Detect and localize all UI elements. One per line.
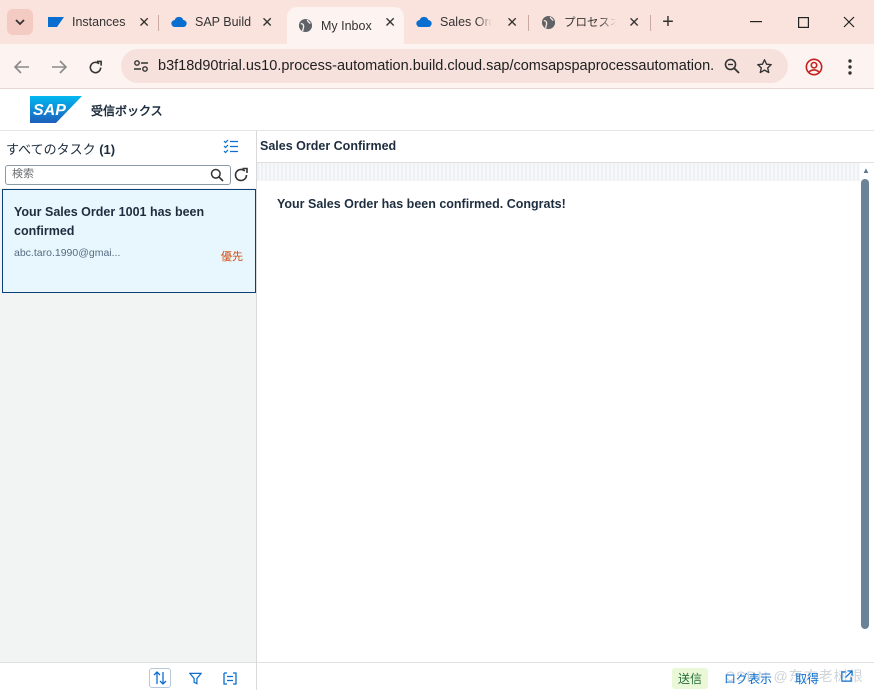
tab-label: プロセスオー: [564, 17, 616, 29]
tab-separator: [528, 15, 529, 31]
close-icon[interactable]: ✕: [138, 14, 150, 31]
minimize-button[interactable]: [733, 10, 779, 34]
external-link-icon: [841, 670, 853, 682]
browser-tabstrip: Instances ✕ SAP Build ✕ My Inbox ✕ Sales…: [0, 0, 874, 44]
close-window-button[interactable]: [826, 10, 872, 34]
tab-label: My Inbox: [321, 18, 372, 33]
task-list-title: すべてのタスク (1): [6, 139, 115, 158]
chevron-down-icon: [15, 18, 25, 25]
close-icon[interactable]: ✕: [506, 14, 518, 31]
group-button[interactable]: [219, 668, 241, 688]
site-info-icon[interactable]: [129, 54, 153, 78]
zoom-icon[interactable]: [720, 54, 744, 78]
task-sender: abc.taro.1990@gmai...: [14, 247, 121, 259]
detail-toolbar-strip: [257, 163, 860, 181]
globe-icon: [297, 18, 313, 34]
arrow-left-icon: [14, 60, 29, 74]
detail-title: Sales Order Confirmed: [260, 139, 397, 153]
group-icon: [223, 671, 237, 685]
task-list-item[interactable]: Your Sales Order 1001 has been confirmed…: [2, 189, 256, 293]
close-icon: [843, 16, 855, 28]
open-external-button[interactable]: [840, 670, 853, 686]
cloud-icon: [171, 14, 187, 30]
tab-label: Instances: [72, 15, 126, 29]
forward-button[interactable]: [46, 54, 72, 80]
tab-sap-build[interactable]: SAP Build ✕: [161, 7, 281, 37]
back-button[interactable]: [9, 54, 35, 80]
search-row: [0, 162, 256, 188]
close-icon[interactable]: ✕: [628, 14, 640, 31]
reload-button[interactable]: [82, 54, 108, 80]
reload-icon: [89, 60, 102, 73]
sap-favicon-icon: [48, 14, 64, 30]
new-tab-button[interactable]: +: [658, 10, 678, 34]
close-icon[interactable]: ✕: [261, 14, 273, 31]
sap-shell-bar: SAP 受信ボックス: [0, 89, 874, 131]
refresh-icon[interactable]: [233, 167, 249, 183]
tab-my-inbox[interactable]: My Inbox ✕: [287, 7, 404, 44]
task-list-panel: すべてのタスク (1) Your Sales Order 1001 has be…: [0, 131, 257, 690]
claim-button[interactable]: 取得: [795, 670, 819, 687]
globe-icon: [540, 14, 556, 30]
profile-button[interactable]: [801, 54, 827, 80]
app-title: 受信ボックス: [91, 104, 163, 118]
maximize-icon: [797, 16, 809, 28]
browser-toolbar: b3f18d90trial.us10.process-automation.bu…: [0, 44, 874, 89]
task-count: (1): [99, 142, 116, 157]
more-vertical-icon: [848, 59, 852, 75]
tab-process[interactable]: プロセスオー ✕: [530, 7, 648, 37]
task-list-title-text: すべてのタスク: [6, 142, 96, 157]
scroll-up-arrow-icon[interactable]: ▲: [860, 166, 872, 176]
sap-logo-text: SAP: [33, 102, 66, 119]
multi-select-icon[interactable]: [223, 138, 239, 154]
tab-sales-order[interactable]: Sales Orde ✕: [406, 7, 526, 37]
task-list-header: すべてのタスク (1): [0, 131, 256, 162]
cloud-icon: [416, 14, 432, 30]
task-detail-panel: Sales Order Confirmed Your Sales Order h…: [257, 131, 874, 690]
arrow-right-icon: [52, 60, 67, 74]
task-title: Your Sales Order 1001 has been confirmed: [14, 205, 205, 238]
tab-instances[interactable]: Instances ✕: [38, 7, 158, 37]
search-icon[interactable]: [210, 168, 224, 182]
tab-search-button[interactable]: [7, 9, 33, 35]
task-list-footer: [0, 662, 256, 690]
search-field[interactable]: [5, 165, 231, 185]
plus-icon: +: [662, 11, 674, 33]
close-icon[interactable]: ✕: [384, 14, 396, 31]
bookmark-star-icon[interactable]: [752, 54, 776, 78]
tab-separator: [650, 15, 651, 31]
tab-label: SAP Build: [195, 15, 252, 29]
tab-separator: [158, 15, 159, 31]
url-text[interactable]: b3f18d90trial.us10.process-automation.bu…: [158, 58, 713, 74]
sort-button[interactable]: [149, 668, 171, 688]
address-bar[interactable]: b3f18d90trial.us10.process-automation.bu…: [121, 49, 788, 83]
browser-menu-button[interactable]: [837, 54, 863, 80]
minimize-icon: [750, 21, 762, 23]
filter-button[interactable]: [184, 668, 206, 688]
scrollbar-thumb[interactable]: [861, 179, 869, 629]
maximize-button[interactable]: [780, 10, 826, 34]
send-button[interactable]: 送信: [672, 668, 709, 689]
search-input[interactable]: [12, 168, 202, 180]
show-log-button[interactable]: ログ表示: [724, 670, 772, 687]
sort-icon: [153, 671, 167, 685]
detail-footer: CSDN @东方老树根 送信 ログ表示 取得: [257, 662, 874, 690]
tab-label: Sales Orde: [440, 15, 492, 29]
profile-icon: [805, 58, 823, 76]
detail-message: Your Sales Order has been confirmed. Con…: [277, 197, 566, 211]
filter-icon: [188, 672, 202, 685]
sap-logo[interactable]: SAP: [30, 96, 82, 123]
task-priority: 優先: [221, 251, 243, 263]
